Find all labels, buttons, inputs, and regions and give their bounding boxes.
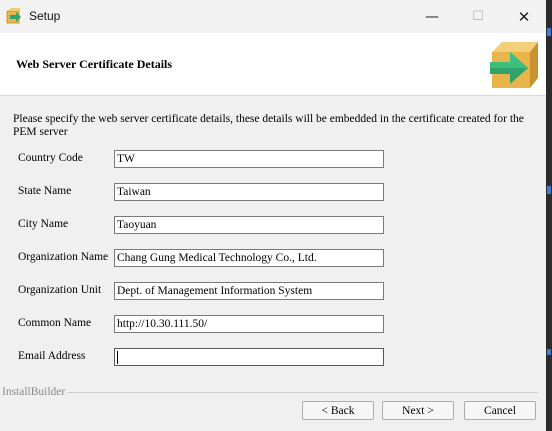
footer-divider [67,392,538,393]
maximize-icon: ☐ [472,9,484,24]
common-name-label: Common Name [18,317,92,329]
text-caret [117,351,118,364]
organization-name-input[interactable] [114,249,384,267]
close-button[interactable]: ✕ [501,0,547,33]
state-name-input[interactable] [114,183,384,201]
common-name-input[interactable] [114,315,384,333]
page-title: Web Server Certificate Details [16,57,173,71]
background-accent [547,186,551,194]
country-code-input[interactable] [114,150,384,168]
page-header: Web Server Certificate Details [0,33,546,96]
close-icon: ✕ [517,7,531,26]
description-text: Please specify the web server certificat… [13,113,524,138]
background-accent [547,349,551,355]
city-name-label: City Name [18,218,69,230]
maximize-button[interactable]: ☐ [455,0,501,33]
background-accent [547,28,551,36]
state-name-label: State Name [18,185,72,197]
setup-window: Setup — ☐ ✕ Web Server Certificate Detai… [0,0,547,431]
window-title: Setup [29,9,61,23]
installer-box-arrow-icon [490,42,538,88]
organization-unit-label: Organization Unit [18,284,102,296]
next-button[interactable]: Next > [382,401,454,420]
cancel-button[interactable]: Cancel [464,401,536,420]
organization-name-label: Organization Name [18,251,109,263]
email-address-input[interactable] [114,348,384,366]
minimize-button[interactable]: — [409,0,455,33]
minimize-icon: — [425,8,439,25]
back-button[interactable]: < Back [302,401,374,420]
email-address-label: Email Address [18,350,86,362]
app-icon [6,8,21,24]
country-code-label: Country Code [18,152,83,164]
title-bar[interactable]: Setup — ☐ ✕ [0,0,546,33]
background-desktop [546,0,552,431]
installbuilder-brand: InstallBuilder [2,386,66,398]
organization-unit-input[interactable] [114,282,384,300]
city-name-input[interactable] [114,216,384,234]
